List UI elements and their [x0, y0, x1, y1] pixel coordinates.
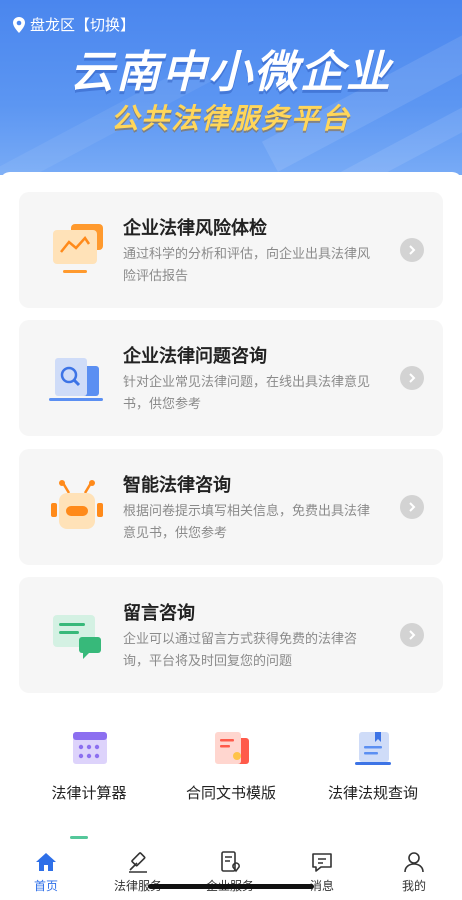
tab-profile[interactable]: 我的	[368, 850, 460, 894]
chevron-right-icon[interactable]	[400, 623, 424, 647]
tool-law-query[interactable]: 法律法规查询	[298, 728, 448, 803]
location-pin-icon	[13, 16, 25, 33]
platform-title: 云南中小微企业	[70, 47, 392, 98]
tool-label: 合同文书模版	[185, 784, 276, 802]
card-description: 通过科学的分析和评估，向企业出具法律风险评估报告	[123, 247, 371, 284]
card-title: 企业法律问题咨询	[123, 346, 267, 367]
card-title: 企业法律风险体检	[123, 218, 267, 239]
chevron-right-icon[interactable]	[400, 495, 424, 519]
card-title: 智能法律咨询	[123, 475, 231, 496]
message-icon	[53, 615, 101, 659]
monitor-chart-icon	[53, 224, 103, 273]
tool-contract-template[interactable]: 合同文书模版	[156, 728, 306, 803]
header-banner: 盘龙区【切换】 云南中小微企业 公共法律服务平台	[0, 0, 462, 175]
card-description: 企业可以通过留言方式获得免费的法律咨询，平台将及时回复您的问题	[123, 632, 358, 669]
card-smart-legal-consult[interactable]: 智能法律咨询 根据问卷提示填写相关信息，免费出具法律意见书，供您参考	[19, 449, 443, 565]
tool-label: 法律计算器	[51, 784, 127, 802]
bottom-tab-bar: 首页 法律服务 企业服务 消息 我的	[0, 842, 462, 900]
document-search-icon	[49, 358, 103, 401]
profile-icon	[404, 852, 424, 873]
tab-label: 我的	[401, 879, 426, 893]
home-indicator	[148, 884, 314, 889]
tab-home[interactable]: 首页	[0, 850, 92, 894]
enterprise-service-icon	[221, 851, 240, 873]
location-label: 盘龙区【切换】	[30, 16, 136, 34]
calculator-icon	[73, 732, 107, 764]
card-title: 留言咨询	[123, 603, 195, 624]
chevron-right-icon[interactable]	[400, 366, 424, 390]
contract-template-icon	[215, 732, 249, 764]
robot-icon	[51, 480, 103, 529]
card-description: 根据问卷提示填写相关信息，免费出具法律意见书，供您参考	[123, 504, 371, 541]
card-description: 针对企业常见法律问题，在线出具法律意见书，供您参考	[123, 375, 371, 412]
card-message-consult[interactable]: 留言咨询 企业可以通过留言方式获得免费的法律咨询，平台将及时回复您的问题	[19, 577, 443, 693]
tool-legal-calculator[interactable]: 法律计算器	[14, 728, 164, 803]
home-icon	[36, 853, 56, 871]
platform-subtitle: 公共法律服务平台	[110, 102, 351, 135]
location-switch[interactable]: 盘龙区【切换】	[12, 14, 135, 35]
tool-label: 法律法规查询	[327, 784, 418, 802]
card-legal-question-consult[interactable]: 企业法律问题咨询 针对企业常见法律问题，在线出具法律意见书，供您参考	[19, 320, 443, 436]
message-bubble-icon	[312, 853, 332, 872]
law-book-icon	[355, 732, 391, 765]
tab-label: 首页	[33, 879, 58, 893]
card-legal-risk-check[interactable]: 企业法律风险体检 通过科学的分析和评估，向企业出具法律风险评估报告	[19, 192, 443, 308]
gavel-icon	[129, 852, 147, 873]
next-row-indicator	[70, 836, 88, 839]
chevron-right-icon[interactable]	[400, 238, 424, 262]
